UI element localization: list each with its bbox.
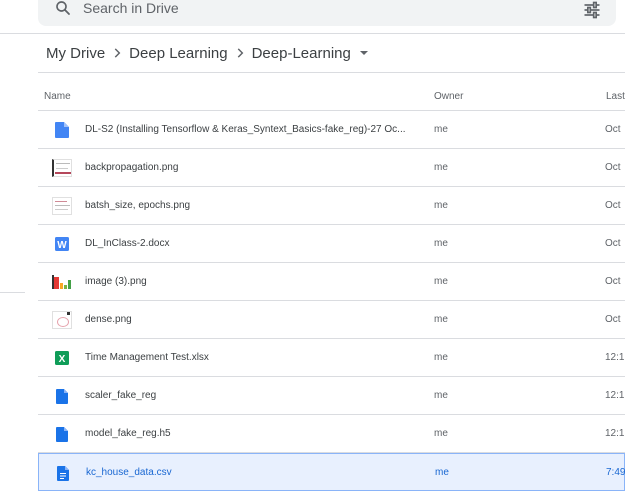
file-row[interactable]: dense.png me Oct: [38, 301, 625, 339]
file-modified: 12:1: [605, 428, 625, 439]
search-input[interactable]: Search in Drive: [83, 0, 179, 16]
svg-text:X: X: [59, 354, 66, 365]
file-icon: [52, 425, 72, 443]
file-modified: Oct: [605, 238, 621, 249]
file-owner: me: [434, 124, 448, 135]
file-modified: Oct: [605, 162, 621, 173]
file-modified: Oct: [605, 124, 621, 135]
word-icon: W: [52, 235, 72, 253]
caret-down-icon[interactable]: [359, 48, 369, 58]
breadcrumb-my-drive[interactable]: My Drive: [46, 45, 105, 62]
chevron-right-icon: [228, 46, 252, 60]
file-modified: Oct: [605, 200, 621, 211]
file-row[interactable]: model_fake_reg.h5 me 12:1: [38, 415, 625, 453]
file-name[interactable]: image (3).png: [85, 276, 425, 287]
breadcrumb-deep-learning[interactable]: Deep Learning: [129, 45, 227, 62]
chart-thumbnail-icon: [52, 273, 72, 291]
file-name[interactable]: batsh_size, epochs.png: [85, 200, 425, 211]
file-row[interactable]: image (3).png me Oct: [38, 263, 625, 301]
file-list-header: Name Owner Last: [38, 72, 625, 111]
column-owner[interactable]: Owner: [434, 91, 463, 102]
image-thumbnail-icon: [52, 197, 72, 215]
file-row[interactable]: backpropagation.png me Oct: [38, 149, 625, 187]
file-name[interactable]: backpropagation.png: [85, 162, 425, 173]
file-modified: Oct: [605, 314, 621, 325]
google-doc-icon: [53, 464, 73, 482]
column-last-modified[interactable]: Last: [606, 91, 625, 102]
search-options-icon[interactable]: [582, 0, 602, 20]
file-row[interactable]: scaler_fake_reg me 12:1: [38, 377, 625, 415]
sidebar-divider: [0, 292, 25, 293]
excel-icon: X: [52, 349, 72, 367]
file-owner: me: [434, 428, 448, 439]
file-owner: me: [434, 276, 448, 287]
file-owner: me: [434, 238, 448, 249]
file-modified: 12:1: [605, 390, 625, 401]
search-bar[interactable]: Search in Drive: [38, 0, 616, 26]
file-name[interactable]: kc_house_data.csv: [86, 467, 426, 478]
file-row[interactable]: X Time Management Test.xlsx me 12:1: [38, 339, 625, 377]
file-owner: me: [434, 314, 448, 325]
file-owner: me: [434, 162, 448, 173]
file-modified: Oct: [605, 276, 621, 287]
file-list: Name Owner Last DL-S2 (Installing Tensor…: [38, 72, 625, 491]
file-name[interactable]: DL_InClass-2.docx: [85, 238, 425, 249]
breadcrumb: My Drive Deep Learning Deep-Learning: [46, 43, 369, 63]
file-row[interactable]: W DL_InClass-2.docx me Oct: [38, 225, 625, 263]
breadcrumb-current-folder[interactable]: Deep-Learning: [252, 45, 351, 62]
file-name[interactable]: model_fake_reg.h5: [85, 428, 425, 439]
file-modified: 12:1: [605, 352, 625, 363]
file-row-selected[interactable]: kc_house_data.csv me 7:49: [38, 453, 625, 491]
google-doc-icon: [52, 121, 72, 139]
file-owner: me: [434, 200, 448, 211]
file-name[interactable]: Time Management Test.xlsx: [85, 352, 425, 363]
file-name[interactable]: scaler_fake_reg: [85, 390, 425, 401]
file-owner: me: [434, 352, 448, 363]
file-owner: me: [434, 390, 448, 401]
file-name[interactable]: DL-S2 (Installing Tensorflow & Keras_Syn…: [85, 124, 425, 135]
header-divider: [0, 33, 625, 34]
file-owner: me: [435, 467, 449, 478]
column-name[interactable]: Name: [44, 91, 71, 102]
file-name[interactable]: dense.png: [85, 314, 425, 325]
image-thumbnail-icon: [52, 311, 72, 329]
image-thumbnail-icon: [52, 159, 72, 177]
file-row[interactable]: DL-S2 (Installing Tensorflow & Keras_Syn…: [38, 111, 625, 149]
svg-text:W: W: [57, 240, 67, 251]
file-row[interactable]: batsh_size, epochs.png me Oct: [38, 187, 625, 225]
file-modified: 7:49: [606, 467, 625, 478]
chevron-right-icon: [105, 46, 129, 60]
file-icon: [52, 387, 72, 405]
search-icon[interactable]: [54, 0, 72, 17]
